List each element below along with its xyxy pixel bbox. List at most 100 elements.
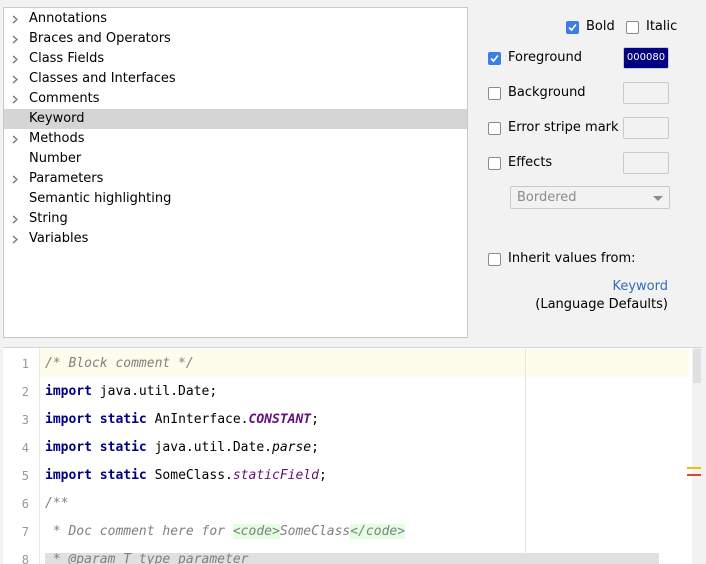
right-margin-guide <box>525 348 526 564</box>
effect-type-value: Bordered <box>517 190 577 205</box>
code-line-6: /** <box>45 496 69 511</box>
background-color-swatch[interactable] <box>623 82 669 104</box>
error-stripe-label: Error stripe mark <box>508 120 619 135</box>
code-text: java.util.Date; <box>91 384 218 399</box>
warning-stripe-marker[interactable] <box>687 467 701 469</box>
background-label: Background <box>508 85 586 100</box>
chevron-right-icon[interactable] <box>10 169 20 189</box>
keyword-token: import <box>45 468 92 483</box>
line-number: 2 <box>21 385 29 399</box>
chevron-right-icon[interactable] <box>10 29 20 49</box>
doc-tag: </code> <box>350 524 406 539</box>
tree-item-label: Braces and Operators <box>29 31 171 46</box>
code-preview[interactable]: 1 2 3 4 5 6 7 8 /* Block comment */ import java… <box>3 347 703 564</box>
line-number-gutter: 1 2 3 4 5 6 7 8 <box>3 348 39 564</box>
keyword-token: static <box>99 440 147 455</box>
background-checkbox[interactable] <box>488 87 501 100</box>
tree-item[interactable]: Class Fields <box>4 49 467 69</box>
chevron-right-icon[interactable] <box>10 129 20 149</box>
error-stripe-marker[interactable] <box>687 474 701 476</box>
code-text: ; <box>311 412 319 427</box>
error-stripe-checkbox[interactable] <box>488 122 501 135</box>
tree-item[interactable]: Number <box>4 149 467 169</box>
line-number: 1 <box>21 357 29 371</box>
tree-item-label: Class Fields <box>29 51 105 66</box>
tree-item[interactable]: Variables <box>4 229 467 249</box>
effects-color-swatch[interactable] <box>623 152 669 174</box>
keyword-token: import <box>45 384 92 399</box>
effects-label: Effects <box>508 155 553 170</box>
bold-label: Bold <box>586 19 615 34</box>
tree-item-label: Semantic highlighting <box>29 191 172 206</box>
chevron-right-icon[interactable] <box>10 209 20 229</box>
tree-item-label: Variables <box>29 231 89 246</box>
tree-item[interactable]: Braces and Operators <box>4 29 467 49</box>
inherit-label: Inherit values from: <box>508 251 636 266</box>
tree-item-label: Parameters <box>29 171 104 186</box>
tree-item[interactable]: Methods <box>4 129 467 149</box>
static-method-token: parse <box>272 440 312 455</box>
tree-item[interactable]: Semantic highlighting <box>4 189 467 209</box>
italic-label: Italic <box>646 19 678 34</box>
code-text: AnInterface. <box>146 412 249 427</box>
code-line-4: import static java.util.Date.parse; <box>45 434 319 462</box>
tree-item-label: String <box>29 211 68 226</box>
line-number: 6 <box>21 497 29 511</box>
gutter-separator <box>39 348 40 564</box>
chevron-right-icon[interactable] <box>10 229 20 249</box>
keyword-token: static <box>99 468 147 483</box>
constant-token: CONSTANT <box>248 412 312 427</box>
code-line-7: * Doc comment here for <code>SomeClass</… <box>45 518 406 546</box>
chevron-right-icon[interactable] <box>10 89 20 109</box>
tree-item[interactable]: Comments <box>4 89 467 109</box>
tree-item[interactable]: Parameters <box>4 169 467 189</box>
doc-tag: <code> <box>232 524 280 539</box>
tree-item[interactable]: Classes and Interfaces <box>4 69 467 89</box>
scrollbar-thumb[interactable] <box>693 349 701 383</box>
code-line-1: /* Block comment */ <box>45 356 194 371</box>
code-text: ; <box>318 468 327 483</box>
inherit-keyword-link[interactable]: Keyword <box>612 279 668 295</box>
line-number: 8 <box>21 553 29 564</box>
keyword-token: static <box>99 412 147 427</box>
line-number: 7 <box>21 525 29 539</box>
foreground-label: Foreground <box>508 50 583 65</box>
attribute-tree[interactable]: Annotations Braces and Operators Class Fie… <box>3 7 468 338</box>
chevron-down-icon <box>653 196 663 201</box>
code-line-3: import static AnInterface.CONSTANT; <box>45 406 319 434</box>
keyword-token: import <box>45 440 92 455</box>
tree-item-label: Methods <box>29 131 85 146</box>
bold-checkbox[interactable] <box>566 21 579 34</box>
tree-item-label: Keyword <box>29 111 85 126</box>
line-number: 3 <box>21 413 29 427</box>
effects-checkbox[interactable] <box>488 157 501 170</box>
doc-text: * Doc comment here for <box>45 524 233 539</box>
tree-item[interactable]: Keyword <box>4 109 467 129</box>
tree-item[interactable]: Annotations <box>4 9 467 29</box>
chevron-right-icon[interactable] <box>10 9 20 29</box>
code-line-2: import java.util.Date; <box>45 378 217 406</box>
tree-item-label: Number <box>29 151 82 166</box>
chevron-right-icon[interactable] <box>10 49 20 69</box>
code-line-8: * @param T type parameter <box>45 552 249 564</box>
tree-item[interactable]: String <box>4 209 467 229</box>
keyword-token: import <box>45 412 92 427</box>
code-text: java.util.Date. <box>146 440 272 455</box>
inherit-source-label: (Language Defaults) <box>535 297 668 312</box>
tree-item-label: Annotations <box>29 11 108 26</box>
code-text: SomeClass. <box>146 468 233 483</box>
tree-item-label: Classes and Interfaces <box>29 71 176 86</box>
code-line-5: import static SomeClass.staticField; <box>45 462 327 490</box>
error-stripe-color-swatch[interactable] <box>623 117 669 139</box>
inherit-checkbox[interactable] <box>488 253 501 266</box>
chevron-right-icon[interactable] <box>10 69 20 89</box>
foreground-checkbox[interactable] <box>488 52 501 65</box>
tree-item-label: Comments <box>29 91 100 106</box>
effect-type-dropdown[interactable]: Bordered <box>510 186 670 209</box>
foreground-color-swatch[interactable]: 000080 <box>623 47 669 69</box>
line-number: 4 <box>21 441 29 455</box>
code-text: ; <box>311 440 319 455</box>
line-number: 5 <box>21 469 29 483</box>
italic-checkbox[interactable] <box>626 21 639 34</box>
static-field-token: staticField <box>232 468 319 483</box>
